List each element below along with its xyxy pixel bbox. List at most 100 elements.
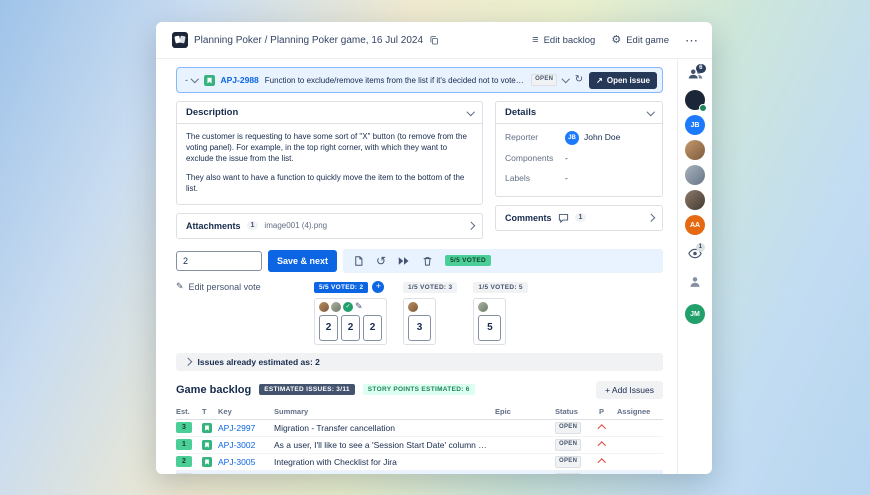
reporter-avatar[interactable]: JB: [565, 131, 579, 145]
participant-avatar[interactable]: [685, 165, 705, 185]
col-est: Est.: [176, 407, 202, 416]
comment-bubble-icon: [558, 213, 569, 223]
participants-rail: 6 JB AA 1: [677, 59, 712, 474]
col-assignee: Assignee: [617, 407, 663, 416]
edit-backlog-button[interactable]: ≡ Edit backlog: [532, 35, 595, 46]
attachments-panel: Attachments 1 image001 (4).png: [176, 213, 483, 239]
online-dot: [699, 104, 707, 112]
trash-icon[interactable]: [422, 255, 433, 267]
voted-summary-badge: 5/5 VOTED: [445, 255, 491, 266]
save-next-button[interactable]: Save & next: [268, 250, 337, 272]
participants-button[interactable]: 6: [688, 67, 703, 85]
status-badge: OPEN: [555, 439, 581, 450]
reporter-name: John Doe: [584, 132, 620, 144]
col-status: Status: [555, 407, 599, 416]
planning-poker-window: Planning Poker / Planning Poker game, 16…: [156, 22, 712, 474]
estimate-dropdown[interactable]: -: [185, 75, 198, 85]
copy-title-icon[interactable]: [429, 35, 439, 45]
status-chevron-down-icon[interactable]: [562, 75, 570, 83]
comments-count-badge: 1: [575, 213, 587, 222]
estimate-badge[interactable]: -: [176, 473, 192, 474]
estimate-badge[interactable]: 1: [176, 439, 192, 450]
vote-card[interactable]: 5: [478, 315, 501, 341]
chevron-right-icon: [184, 358, 192, 366]
anonymous-user-button[interactable]: [689, 275, 701, 293]
watchers-count-badge: 1: [696, 243, 705, 252]
participant-avatar[interactable]: [685, 140, 705, 160]
vote-card[interactable]: 2: [363, 315, 382, 341]
chevron-down-icon: [191, 75, 199, 83]
backlog-row[interactable]: 1 APJ-3002 As a user, I'll like to see a…: [176, 437, 663, 454]
participant-avatar[interactable]: [685, 190, 705, 210]
story-icon: [202, 457, 218, 467]
note-icon[interactable]: [353, 255, 364, 267]
vote-count-badge: 1/5 VOTED: 5: [473, 282, 527, 293]
vote-group: 1/5 VOTED: 3 3: [403, 281, 457, 345]
comments-panel-header[interactable]: Comments 1: [496, 206, 662, 230]
story-points-badge: STORY POINTS ESTIMATED: 6: [363, 384, 475, 395]
vote-input[interactable]: [176, 251, 262, 271]
skip-forward-icon[interactable]: [398, 256, 410, 266]
attachments-title: Attachments: [186, 221, 241, 231]
vote-group: 5/5 VOTED: 2 + ✓ ✎: [314, 281, 387, 345]
description-panel-header[interactable]: Description: [177, 102, 482, 123]
chevron-down-icon: [466, 108, 474, 116]
backlog-row[interactable]: 2 APJ-3005 Integration with Checklist fo…: [176, 454, 663, 471]
issue-summary[interactable]: As a user, I'll like to see a 'Session S…: [274, 440, 495, 450]
priority-up-icon: [599, 441, 617, 449]
votes-section: ✎ Edit personal vote 5/5 VOTED: 2 +: [176, 281, 663, 345]
issue-key-link[interactable]: APJ-3005: [218, 457, 274, 467]
participants-count-badge: 6: [696, 64, 705, 73]
attachments-panel-header[interactable]: Attachments 1 image001 (4).png: [177, 214, 482, 238]
backlog-title: Game backlog: [176, 384, 251, 396]
add-issues-button[interactable]: + Add Issues: [596, 381, 663, 399]
issue-summary[interactable]: Integration with Checklist for Jira: [274, 457, 495, 467]
story-icon: [202, 423, 218, 433]
vote-cards-box: 5: [473, 298, 506, 345]
vote-card[interactable]: 2: [319, 315, 338, 341]
priority-up-icon: [599, 458, 617, 466]
estimated-issues-collapsed-row[interactable]: Issues already estimated as: 2: [176, 353, 663, 371]
backlog-row-selected[interactable]: - APJ-2988 Function to exclude/remove it…: [176, 471, 663, 474]
more-actions-button[interactable]: ⋯: [685, 34, 698, 47]
issue-key-link[interactable]: APJ-3002: [218, 440, 274, 450]
description-paragraph: They also want to have a function to qui…: [186, 172, 473, 194]
participant-avatar-aa[interactable]: AA: [685, 215, 705, 235]
window-header: Planning Poker / Planning Poker game, 16…: [156, 22, 712, 59]
labels-label: Labels: [505, 173, 565, 185]
reporter-label: Reporter: [505, 132, 565, 144]
refresh-icon[interactable]: ↻: [575, 75, 583, 85]
issue-summary[interactable]: Migration - Transfer cancellation: [274, 423, 495, 433]
plus-icon[interactable]: +: [372, 281, 384, 293]
edit-personal-vote-link[interactable]: ✎ Edit personal vote: [176, 281, 314, 292]
status-badge: OPEN: [555, 473, 581, 474]
vote-actions-strip: ↺ 5/5 VOTED: [343, 249, 663, 273]
desktop-background: Planning Poker / Planning Poker game, 16…: [0, 0, 870, 495]
details-panel-header[interactable]: Details: [496, 102, 662, 123]
issue-key-link[interactable]: APJ-2988: [221, 75, 259, 85]
edit-game-button[interactable]: ⚙ Edit game: [611, 35, 669, 46]
attachments-count-badge: 1: [247, 221, 259, 230]
vote-card[interactable]: 2: [341, 315, 360, 341]
labels-row: Labels -: [505, 173, 653, 185]
watchers-button[interactable]: 1: [688, 246, 702, 264]
current-issue-bar: - APJ-2988 Function to exclude/remove it…: [176, 67, 663, 93]
estimate-badge[interactable]: 3: [176, 422, 192, 433]
status-badge[interactable]: OPEN: [531, 74, 557, 85]
planning-poker-logo-icon: [172, 32, 188, 48]
vote-card[interactable]: 3: [408, 315, 431, 341]
estimate-badge[interactable]: 2: [176, 456, 192, 467]
details-title: Details: [505, 107, 536, 118]
attachment-file-name[interactable]: image001 (4).png: [264, 221, 461, 230]
backlog-row[interactable]: 3 APJ-2997 Migration - Transfer cancella…: [176, 420, 663, 437]
participant-avatar-jb[interactable]: JB: [685, 115, 705, 135]
app-avatar[interactable]: [685, 90, 705, 110]
reset-vote-icon[interactable]: ↺: [376, 255, 386, 267]
open-issue-button[interactable]: ↗ Open issue: [589, 72, 657, 89]
vote-group: 1/5 VOTED: 5 5: [473, 281, 527, 345]
vote-cards-box: 3: [403, 298, 436, 345]
pencil-icon: ✎: [355, 302, 363, 311]
participant-avatar-jm[interactable]: JM: [685, 304, 705, 324]
description-paragraph: The customer is requesting to have some …: [186, 131, 473, 165]
issue-key-link[interactable]: APJ-2997: [218, 423, 274, 433]
